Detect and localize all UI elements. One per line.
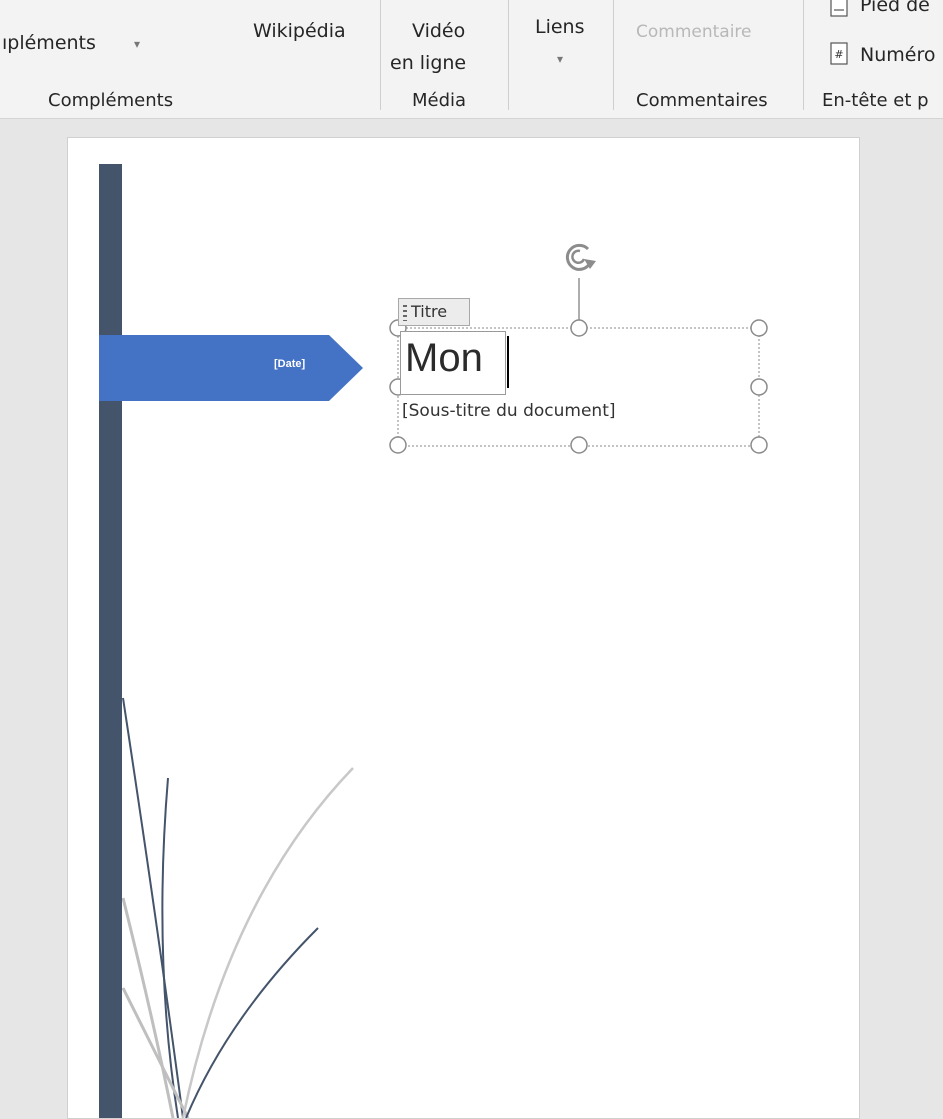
video-label-line1: Vidéo bbox=[412, 20, 466, 42]
subtitle-placeholder[interactable]: [Sous-titre du document] bbox=[402, 401, 616, 421]
title-field[interactable]: Mon bbox=[400, 331, 506, 395]
page-number-icon: # bbox=[830, 42, 848, 65]
title-tag-label: Titre bbox=[411, 302, 448, 321]
title-content-control-tag[interactable]: Titre bbox=[398, 298, 470, 326]
group-divider bbox=[380, 0, 381, 110]
video-label-line2: en ligne bbox=[390, 52, 467, 74]
links-button[interactable]: Liens bbox=[535, 16, 585, 38]
group-divider bbox=[508, 0, 509, 110]
complements-button[interactable]: ıpléments bbox=[2, 32, 96, 54]
svg-text:#: # bbox=[834, 48, 843, 61]
footer-label: Pied de bbox=[860, 0, 930, 16]
wikipedia-button[interactable]: Wikipédia bbox=[253, 20, 346, 42]
text-cursor bbox=[507, 336, 509, 388]
ribbon: ıpléments ▾ Wikipédia Compléments Vidéo … bbox=[0, 0, 943, 119]
group-label-comments: Commentaires bbox=[636, 90, 768, 111]
drag-handle-icon[interactable] bbox=[403, 305, 407, 321]
footer-page-icon bbox=[830, 0, 848, 17]
chevron-down-icon[interactable]: ▾ bbox=[557, 52, 563, 66]
group-label-media: Média bbox=[412, 90, 467, 111]
comment-button[interactable]: Commentaire bbox=[636, 22, 752, 42]
chevron-down-icon[interactable]: ▾ bbox=[134, 37, 140, 51]
group-label-complements: Compléments bbox=[48, 90, 174, 111]
rotate-handle-icon[interactable] bbox=[558, 239, 602, 279]
page-number-label: Numéro bbox=[860, 44, 936, 66]
group-divider bbox=[613, 0, 614, 110]
group-label-header-footer: En-tête et p bbox=[822, 90, 929, 111]
title-text: Mon bbox=[405, 336, 483, 380]
document-page[interactable]: [Date] Titre Mon [Sous-titre du document… bbox=[67, 137, 860, 1119]
group-divider bbox=[803, 0, 804, 110]
